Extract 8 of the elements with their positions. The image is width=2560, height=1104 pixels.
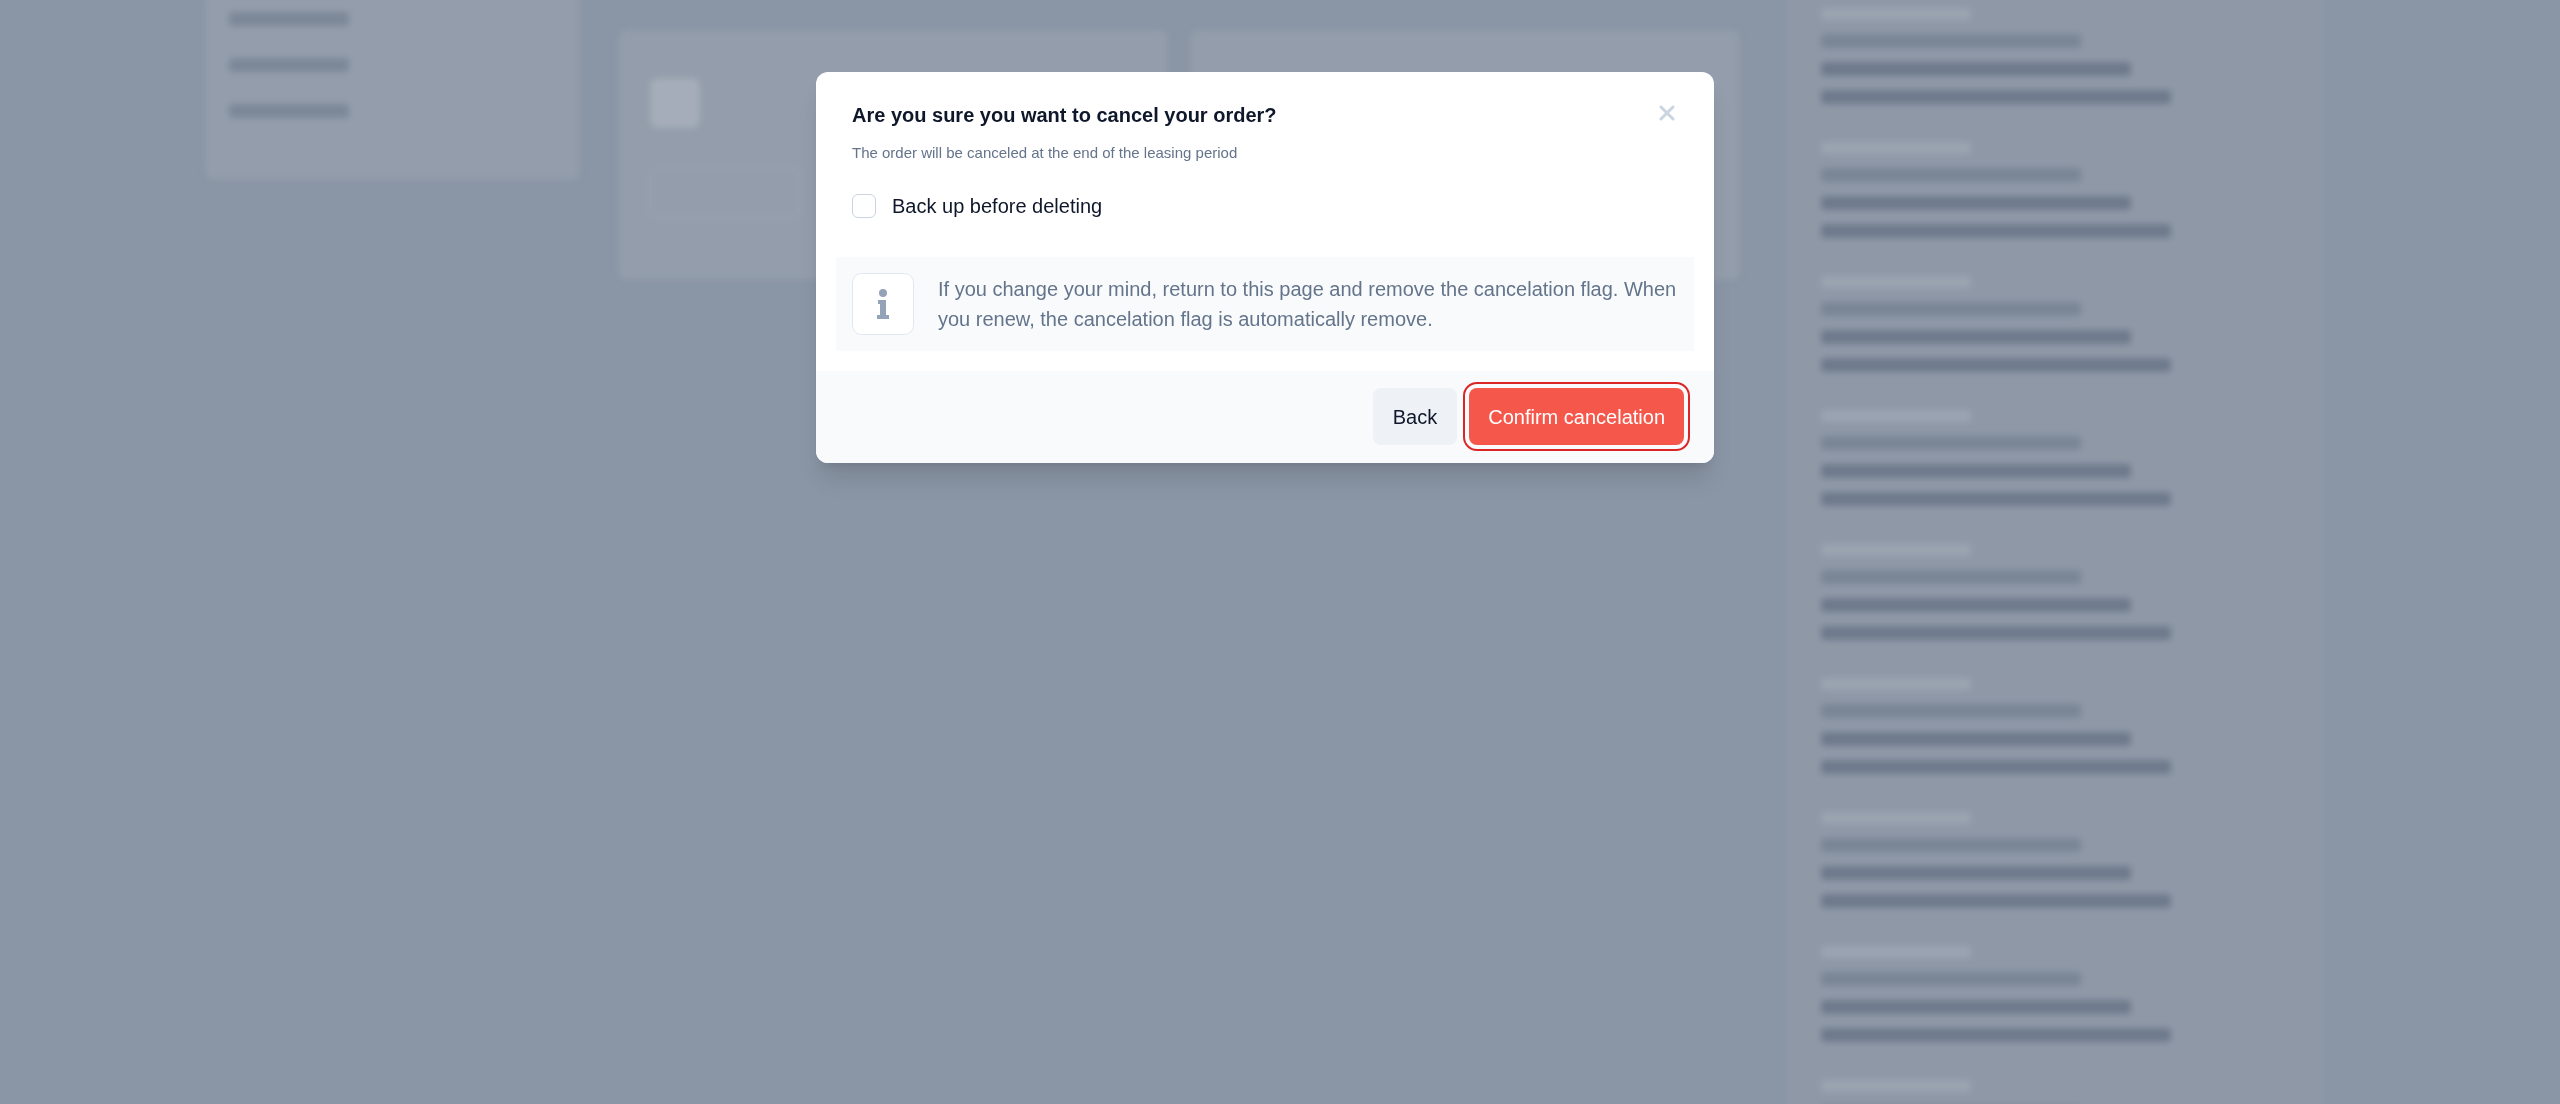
dialog-title: Are you sure you want to cancel your order? (852, 103, 1277, 128)
info-icon (852, 272, 914, 335)
info-text: If you change your mind, return to this page and remove the cancelation flag. When you renew, the cancelation flag is automatically remove. (938, 276, 1678, 332)
back-button[interactable]: Back (1372, 388, 1458, 445)
dialog-subtitle: The order will be canceled at the end of the leasing period (852, 143, 1239, 163)
checkbox[interactable] (852, 193, 876, 218)
close-icon (1659, 105, 1675, 121)
checkbox-label: Back up before deleting (892, 193, 1103, 219)
